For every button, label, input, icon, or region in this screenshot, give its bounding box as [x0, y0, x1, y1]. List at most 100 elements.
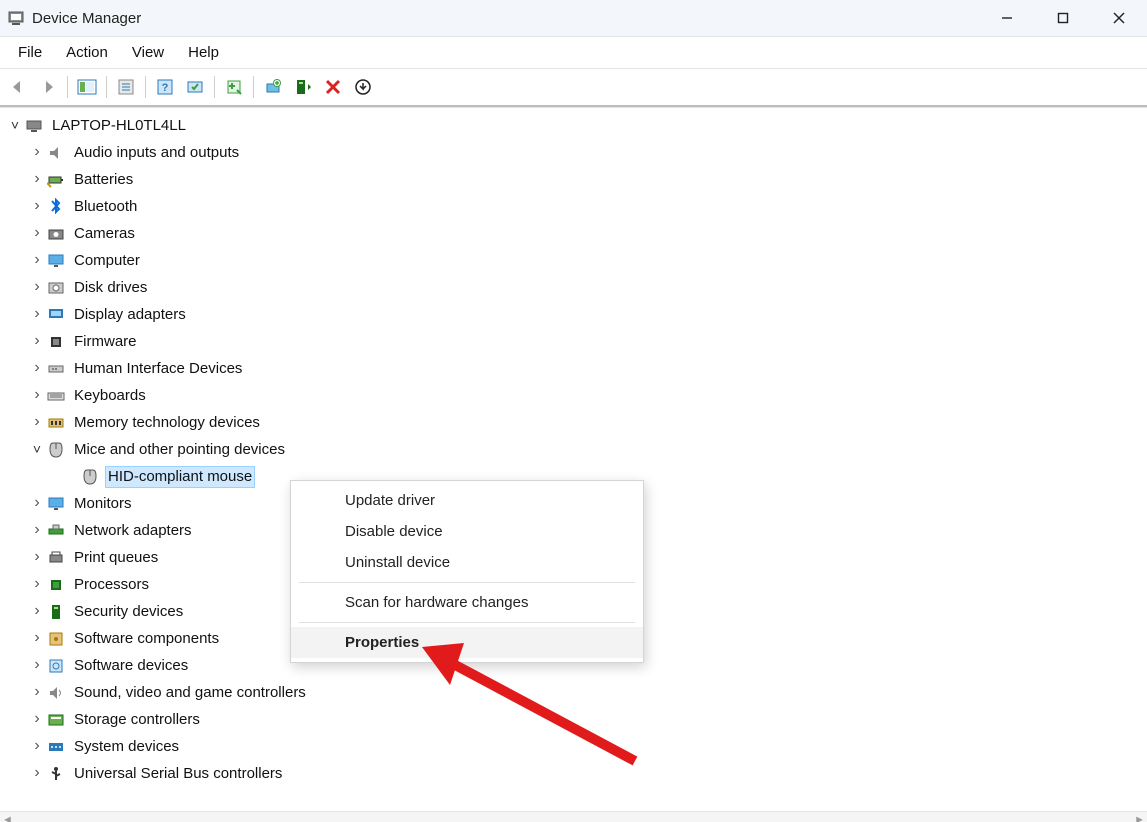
context-uninstall-device[interactable]: Uninstall device — [291, 547, 643, 578]
tree-category-20[interactable]: Storage controllers — [2, 706, 1147, 733]
tree-chevron-icon[interactable] — [28, 251, 46, 270]
context-disable-device[interactable]: Disable device — [291, 516, 643, 547]
toolbar-separator — [214, 76, 215, 98]
tree-chevron-icon[interactable] — [28, 332, 46, 351]
toolbar-update-driver-button[interactable] — [259, 74, 287, 100]
toolbar-forward-button[interactable] — [34, 74, 62, 100]
component-icon — [46, 629, 66, 649]
toolbar-uninstall-button[interactable] — [289, 74, 317, 100]
tree-node-label: Memory technology devices — [72, 413, 262, 433]
tree-chevron-icon[interactable] — [28, 521, 46, 540]
toolbar-back-button[interactable] — [4, 74, 32, 100]
tree-node-label: Mice and other pointing devices — [72, 440, 287, 460]
maximize-button[interactable] — [1035, 0, 1091, 36]
tree-chevron-icon[interactable] — [28, 305, 46, 324]
context-update-driver[interactable]: Update driver — [291, 485, 643, 516]
toolbar-separator — [145, 76, 146, 98]
tree-chevron-icon[interactable] — [28, 143, 46, 162]
tree-chevron-icon[interactable] — [28, 683, 46, 702]
tree-category-3[interactable]: Cameras — [2, 220, 1147, 247]
chip-icon — [46, 332, 66, 352]
tree-chevron-icon[interactable] — [28, 602, 46, 621]
tree-chevron-icon[interactable] — [28, 440, 46, 460]
computer-icon — [24, 116, 44, 136]
svg-text:?: ? — [162, 82, 169, 94]
toolbar-add-legacy-button[interactable] — [220, 74, 248, 100]
toolbar-show-hide-tree-button[interactable] — [73, 74, 101, 100]
toolbar-separator — [67, 76, 68, 98]
tree-node-label: Disk drives — [72, 278, 149, 298]
tree-chevron-icon[interactable] — [28, 548, 46, 567]
tree-category-5[interactable]: Disk drives — [2, 274, 1147, 301]
tree-chevron-icon[interactable] — [28, 764, 46, 783]
tree-chevron-icon[interactable] — [28, 656, 46, 675]
tree-node-label: Audio inputs and outputs — [72, 143, 241, 163]
toolbar-scan-button[interactable] — [181, 74, 209, 100]
tree-chevron-icon[interactable] — [28, 629, 46, 648]
tree-chevron-icon[interactable] — [28, 575, 46, 594]
tree-node-label: Human Interface Devices — [72, 359, 244, 379]
tree-chevron-icon[interactable] — [28, 710, 46, 729]
tree-category-2[interactable]: Bluetooth — [2, 193, 1147, 220]
speaker-icon — [46, 143, 66, 163]
menu-file[interactable]: File — [6, 40, 54, 65]
tree-category-9[interactable]: Keyboards — [2, 382, 1147, 409]
tree-category-8[interactable]: Human Interface Devices — [2, 355, 1147, 382]
tree-chevron-icon[interactable] — [28, 386, 46, 405]
tree-category-11[interactable]: Mice and other pointing devices — [2, 436, 1147, 463]
tree-category-19[interactable]: Sound, video and game controllers — [2, 679, 1147, 706]
close-button[interactable] — [1091, 0, 1147, 36]
tree-chevron-icon[interactable] — [28, 224, 46, 243]
toolbar-separator — [253, 76, 254, 98]
tree-category-22[interactable]: Universal Serial Bus controllers — [2, 760, 1147, 787]
sound-icon — [46, 683, 66, 703]
software-icon — [46, 656, 66, 676]
tree-node-label: Monitors — [72, 494, 134, 514]
toolbar-properties-button[interactable] — [112, 74, 140, 100]
usb-icon — [46, 764, 66, 784]
tree-chevron-icon[interactable] — [28, 170, 46, 189]
tree-chevron-icon[interactable] — [28, 359, 46, 378]
tree-category-7[interactable]: Firmware — [2, 328, 1147, 355]
scroll-left-icon[interactable]: ◄ — [2, 814, 13, 822]
menu-action[interactable]: Action — [54, 40, 120, 65]
mouse-icon — [46, 440, 66, 460]
menu-help[interactable]: Help — [176, 40, 231, 65]
minimize-button[interactable] — [979, 0, 1035, 36]
horizontal-scrollbar[interactable]: ◄ ► — [0, 811, 1147, 822]
tree-node-label: Universal Serial Bus controllers — [72, 764, 284, 784]
toolbar-help-button[interactable]: ? — [151, 74, 179, 100]
tree-node-label: Software devices — [72, 656, 190, 676]
tree-category-0[interactable]: Audio inputs and outputs — [2, 139, 1147, 166]
device-tree[interactable]: LAPTOP-HL0TL4LL Audio inputs and outputs B… — [0, 108, 1147, 787]
tree-category-1[interactable]: Batteries — [2, 166, 1147, 193]
tree-category-4[interactable]: Computer — [2, 247, 1147, 274]
monitor-icon — [46, 251, 66, 271]
context-properties[interactable]: Properties — [291, 627, 643, 658]
tree-chevron-icon[interactable] — [28, 737, 46, 756]
context-scan-hardware[interactable]: Scan for hardware changes — [291, 587, 643, 618]
camera-icon — [46, 224, 66, 244]
toolbar-action-button[interactable] — [349, 74, 377, 100]
tree-category-21[interactable]: System devices — [2, 733, 1147, 760]
tree-category-10[interactable]: Memory technology devices — [2, 409, 1147, 436]
tree-category-6[interactable]: Display adapters — [2, 301, 1147, 328]
titlebar: Device Manager — [0, 0, 1147, 37]
tree-chevron-icon[interactable] — [28, 278, 46, 297]
memory-icon — [46, 413, 66, 433]
network-icon — [46, 521, 66, 541]
context-separator — [299, 622, 635, 623]
battery-icon — [46, 170, 66, 190]
tree-chevron-icon[interactable] — [6, 116, 24, 136]
tree-root-node[interactable]: LAPTOP-HL0TL4LL — [2, 112, 1147, 139]
window-title: Device Manager — [32, 10, 141, 27]
tree-chevron-icon[interactable] — [28, 494, 46, 513]
tree-chevron-icon[interactable] — [28, 413, 46, 432]
printer-icon — [46, 548, 66, 568]
scroll-right-icon[interactable]: ► — [1134, 814, 1145, 822]
mouse-icon — [80, 467, 100, 487]
tree-node-label: Storage controllers — [72, 710, 202, 730]
menu-view[interactable]: View — [120, 40, 176, 65]
toolbar-disable-button[interactable] — [319, 74, 347, 100]
tree-chevron-icon[interactable] — [28, 197, 46, 216]
